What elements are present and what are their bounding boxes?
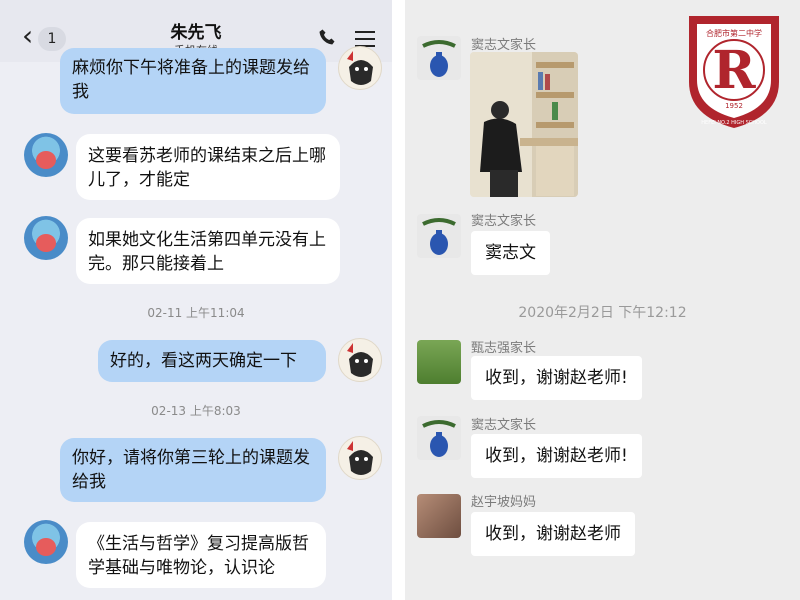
message-bubble: 收到，谢谢赵老师 (471, 512, 635, 556)
school-logo: 合肥市第二中学 R 1952 HEFEI NO.2 HIGH SCHOOL (689, 16, 779, 128)
timestamp: 02-11 上午11:04 (147, 306, 245, 320)
logo-ring-text: HEFEI NO.2 HIGH SCHOOL (701, 120, 767, 126)
avatar-contact[interactable] (24, 520, 68, 564)
message-incoming: 《生活与哲学》复习提高版哲学基础与唯物论，认识论 (76, 522, 326, 588)
sender-name: 窦志文家长 (471, 214, 537, 229)
message-text: 好的，看这两天确定一下 (110, 351, 297, 371)
avatar-contact[interactable] (24, 216, 68, 260)
avatar-parent[interactable] (417, 36, 461, 80)
avatar-self[interactable] (338, 338, 382, 382)
warrior-avatar-icon (347, 51, 373, 85)
sender-name: 甄志强家长 (471, 341, 537, 356)
vase-avatar-icon (422, 40, 456, 77)
warrior-avatar-icon (347, 343, 373, 377)
message-incoming: 如果她文化生活第四单元没有上完。那只能接着上 (76, 218, 340, 284)
phone-icon[interactable] (318, 28, 336, 46)
vase-avatar-icon (422, 420, 456, 457)
sender-name: 窦志文家长 (471, 38, 537, 53)
avatar-parent[interactable] (417, 214, 461, 258)
avatar-self[interactable] (338, 46, 382, 90)
message-outgoing: 好的，看这两天确定一下 (98, 340, 326, 382)
logo-year: 1952 (725, 102, 743, 110)
avatar-contact[interactable] (24, 133, 68, 177)
message-text: 《生活与哲学》复习提高版哲学基础与唯物论，认识论 (88, 534, 309, 578)
avatar-parent[interactable] (417, 494, 461, 538)
avatar-self[interactable] (338, 436, 382, 480)
vase-avatar-icon (422, 218, 456, 255)
message-incoming: 这要看苏老师的课结束之后上哪儿了，才能定 (76, 134, 340, 200)
avatar-parent[interactable] (417, 416, 461, 460)
right-chat-panel: 合肥市第二中学 R 1952 HEFEI NO.2 HIGH SCHOOL 窦志… (405, 0, 800, 600)
menu-icon[interactable] (355, 31, 375, 47)
message-text: 这要看苏老师的课结束之后上哪儿了，才能定 (88, 146, 326, 190)
message-text: 麻烦你下午将准备上的课题发给我 (72, 58, 310, 102)
svg-text:R: R (712, 40, 756, 101)
student-studying-photo (470, 52, 578, 197)
message-text: 如果她文化生活第四单元没有上完。那只能接着上 (88, 230, 326, 274)
warrior-avatar-icon (347, 441, 373, 475)
left-chat-panel: ‹ 1 朱先飞 手机在线 麻烦你下午将准备上的课题发给我 这要看苏老师的课结束之… (0, 0, 392, 600)
message-bubble: 窦志文 (471, 231, 550, 275)
message-bubble: 收到，谢谢赵老师! (471, 434, 642, 478)
sender-name: 窦志文家长 (471, 418, 537, 433)
timestamp: 2020年2月2日 下午12:12 (518, 305, 687, 321)
image-message[interactable] (470, 52, 578, 197)
timestamp: 02-13 上午8:03 (151, 404, 241, 418)
logo-top-text: 合肥市第二中学 (706, 28, 762, 38)
sender-name: 赵宇坡妈妈 (471, 495, 537, 510)
message-outgoing: 你好，请将你第三轮上的课题发给我 (60, 438, 326, 502)
message-bubble: 收到，谢谢赵老师! (471, 356, 642, 400)
message-outgoing: 麻烦你下午将准备上的课题发给我 (60, 48, 326, 114)
avatar-parent[interactable] (417, 340, 461, 384)
message-text: 你好，请将你第三轮上的课题发给我 (72, 448, 310, 492)
